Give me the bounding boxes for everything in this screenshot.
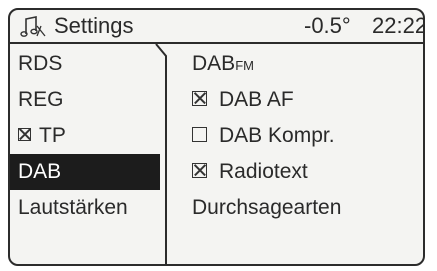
option-label: Radiotext (219, 160, 308, 183)
menu-item-label: Lautstärken (18, 196, 128, 219)
settings-screen: Settings -0.5° 22:22 RDS REG TP DAB Laut… (8, 8, 425, 266)
menu-item-reg[interactable]: REG (10, 82, 168, 118)
clock-readout: 22:22 (372, 13, 425, 38)
option-label: Durchsagearten (192, 196, 342, 219)
panel-heading-main: DAB (192, 52, 236, 75)
option-radiotext[interactable]: Radiotext (192, 154, 308, 190)
page-title: Settings (54, 13, 134, 38)
panel-heading: DABFM (192, 46, 254, 82)
menu-item-label: DAB (18, 160, 62, 183)
dab-af-checkbox[interactable] (192, 90, 207, 106)
menu-item-label: TP (39, 124, 66, 147)
panel-heading-sub: FM (235, 58, 254, 73)
option-label: DAB Kompr. (219, 124, 335, 147)
menu-item-dab[interactable]: DAB (10, 154, 160, 190)
header-bar: Settings -0.5° 22:22 (10, 10, 423, 44)
menu-item-tp[interactable]: TP (10, 118, 168, 154)
option-durchsagearten[interactable]: Durchsagearten (192, 190, 341, 226)
option-label: DAB AF (219, 88, 294, 111)
music-note-settings-icon (20, 16, 46, 37)
option-dab-kompr[interactable]: DAB Kompr. (192, 118, 335, 154)
radiotext-checkbox[interactable] (192, 162, 207, 178)
option-dab-af[interactable]: DAB AF (192, 82, 294, 118)
menu-item-label: REG (18, 88, 64, 111)
menu-item-rds[interactable]: RDS (10, 46, 168, 82)
tp-checkbox[interactable] (18, 127, 31, 141)
menu-item-label: RDS (18, 52, 63, 75)
menu-item-lautstaerken[interactable]: Lautstärken (10, 190, 168, 226)
temperature-readout: -0.5° (304, 13, 351, 38)
dab-kompr-checkbox[interactable] (192, 126, 207, 142)
